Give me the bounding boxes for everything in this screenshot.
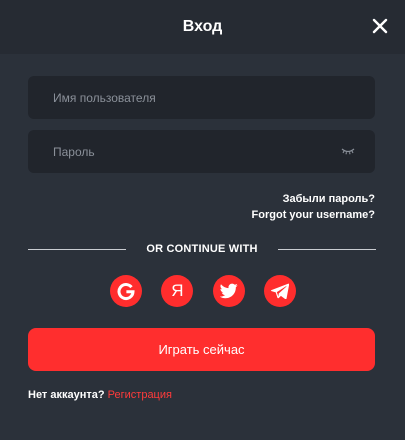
- social-login-buttons: Я: [110, 275, 296, 307]
- register-prompt: Нет аккаунта? Регистрация: [28, 389, 172, 401]
- password-input[interactable]: [53, 144, 323, 159]
- no-account-text: Нет аккаунта?: [28, 389, 105, 401]
- modal-header: Вход: [0, 0, 405, 54]
- telegram-icon: [270, 283, 289, 299]
- twitter-icon: [219, 283, 238, 299]
- or-divider: OR CONTINUE WITH: [28, 241, 377, 257]
- yandex-login-button[interactable]: Я: [161, 275, 194, 307]
- twitter-login-button[interactable]: [212, 275, 245, 307]
- google-icon: [117, 283, 135, 301]
- username-field: [28, 76, 375, 119]
- telegram-login-button[interactable]: [263, 275, 296, 307]
- register-link[interactable]: Регистрация: [108, 389, 172, 401]
- password-field: [28, 130, 375, 173]
- yandex-icon: Я: [171, 281, 184, 300]
- username-input[interactable]: [53, 90, 323, 105]
- eye-closed-icon[interactable]: [341, 146, 355, 156]
- divider-line-left: [28, 248, 127, 250]
- modal-title: Вход: [182, 18, 223, 35]
- divider-line-right: [277, 248, 377, 250]
- forgot-username-link[interactable]: Forgot your username?: [252, 207, 375, 223]
- google-login-button[interactable]: [110, 275, 142, 307]
- forgot-password-link[interactable]: Забыли пароль?: [252, 191, 375, 207]
- close-icon[interactable]: [371, 17, 389, 35]
- play-now-button[interactable]: Играть сейчас: [28, 328, 375, 371]
- divider-text: OR CONTINUE WITH: [146, 243, 258, 255]
- recovery-links: Забыли пароль? Forgot your username?: [252, 191, 375, 223]
